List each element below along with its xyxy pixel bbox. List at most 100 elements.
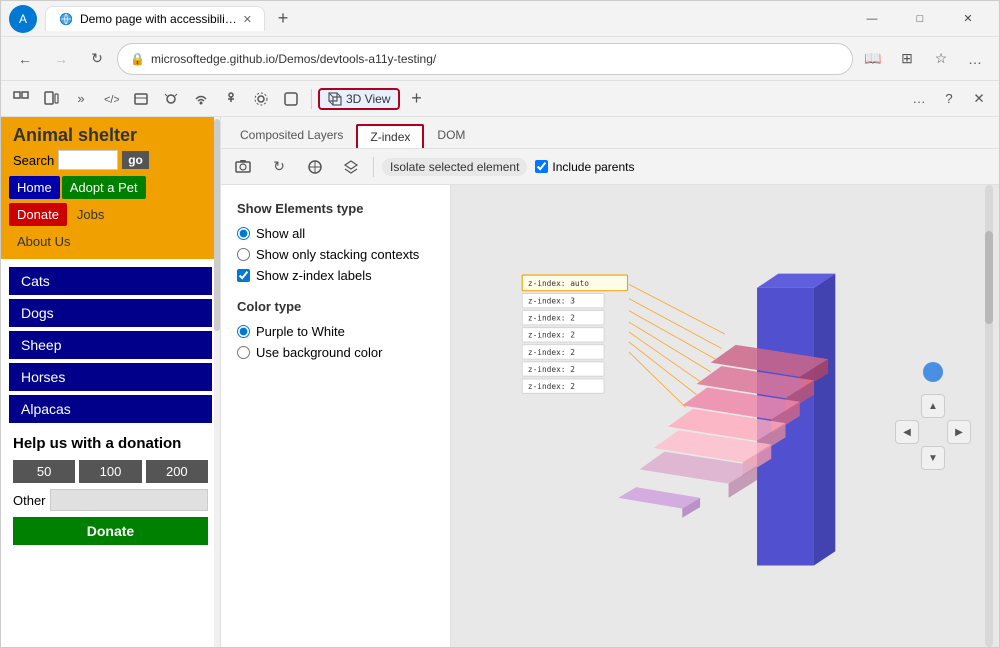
tab-composited-layers[interactable]: Composited Layers — [227, 121, 356, 148]
webpage-scrollbar[interactable] — [214, 117, 220, 647]
nav-jobs[interactable]: Jobs — [69, 203, 112, 226]
svg-text:z-index: auto: z-index: auto — [528, 279, 589, 288]
webpage-scrollbar-thumb[interactable] — [214, 119, 220, 331]
settings-gear-button[interactable] — [247, 85, 275, 113]
split-screen-button[interactable]: ⊞ — [891, 43, 923, 75]
category-cats[interactable]: Cats — [9, 267, 212, 295]
checkbox-zindex[interactable] — [237, 269, 250, 282]
pan-button[interactable] — [301, 153, 329, 181]
nav-up-button[interactable]: ▲ — [921, 394, 945, 418]
category-dogs[interactable]: Dogs — [9, 299, 212, 327]
radio-purple-white-label[interactable]: Purple to White — [237, 324, 434, 339]
include-parents-checkbox[interactable] — [535, 160, 548, 173]
donation-50-button[interactable]: 50 — [13, 460, 75, 483]
search-go-button[interactable]: go — [122, 151, 149, 169]
refresh-3d-button[interactable]: ↻ — [265, 153, 293, 181]
3d-view-canvas[interactable]: z-index: auto z-index: 3 z-index: 2 z-in… — [451, 185, 999, 647]
new-tab-button[interactable]: + — [269, 5, 297, 33]
forward-button[interactable]: → — [45, 43, 77, 75]
donation-other-input[interactable] — [50, 489, 208, 511]
category-list: Cats Dogs Sheep Horses Alpacas — [9, 267, 212, 423]
radio-purple-white-text: Purple to White — [256, 324, 345, 339]
add-tool-button[interactable]: + — [402, 85, 430, 113]
help-button[interactable]: ? — [935, 85, 963, 113]
radio-bg-color[interactable] — [237, 346, 250, 359]
search-label: Search — [13, 153, 54, 168]
inspect-element-button[interactable] — [7, 85, 35, 113]
radio-stacking[interactable] — [237, 248, 250, 261]
browser-window: A Demo page with accessibility iss ✕ + —… — [0, 0, 1000, 648]
more-tools-button[interactable]: … — [959, 43, 991, 75]
radio-stacking-label[interactable]: Show only stacking contexts — [237, 247, 434, 262]
more-tools-devtools-button[interactable]: … — [905, 85, 933, 113]
category-horses[interactable]: Horses — [9, 363, 212, 391]
screenshot-button[interactable] — [229, 153, 257, 181]
accessibility-button[interactable] — [217, 85, 245, 113]
close-button[interactable]: ✕ — [945, 3, 991, 35]
active-tab[interactable]: Demo page with accessibility iss ✕ — [45, 6, 265, 31]
address-input-container[interactable]: 🔒 microsoftedge.github.io/Demos/devtools… — [117, 43, 853, 75]
nav-donate[interactable]: Donate — [9, 203, 67, 226]
refresh-button[interactable]: ↻ — [81, 43, 113, 75]
svg-text:z-index: 2: z-index: 2 — [528, 314, 575, 323]
device-emulation-button[interactable] — [37, 85, 65, 113]
devtools-panel: Composited Layers Z-index DOM ↻ Isolate … — [221, 117, 999, 647]
search-input[interactable] — [58, 150, 118, 170]
layer-button[interactable] — [337, 153, 365, 181]
svg-text:z-index: 2: z-index: 2 — [528, 331, 575, 340]
console-button[interactable]: » — [67, 85, 95, 113]
nav-empty-2 — [947, 394, 971, 418]
window-controls: — □ ✕ — [849, 3, 991, 35]
back-button[interactable]: ← — [9, 43, 41, 75]
layers-button[interactable] — [277, 85, 305, 113]
tab-bar: Demo page with accessibility iss ✕ + — [45, 5, 841, 33]
webpage-panel: Animal shelter Search go Home Adopt a Pe… — [1, 117, 221, 647]
donation-section: Help us with a donation 50 100 200 Other… — [9, 435, 212, 545]
radio-show-all-text: Show all — [256, 226, 305, 241]
devtools-separator — [373, 157, 374, 177]
nav-down-button[interactable]: ▼ — [921, 446, 945, 470]
radio-bg-color-label[interactable]: Use background color — [237, 345, 434, 360]
show-elements-title: Show Elements type — [237, 201, 434, 216]
3d-view-button[interactable]: 3D View — [318, 88, 400, 110]
maximize-button[interactable]: □ — [897, 3, 943, 35]
minimize-button[interactable]: — — [849, 3, 895, 35]
wifi-icon-button[interactable] — [187, 85, 215, 113]
nav-center-empty — [921, 420, 945, 444]
category-alpacas[interactable]: Alpacas — [9, 395, 212, 423]
devtools-tabs: Composited Layers Z-index DOM — [221, 117, 999, 149]
read-aloud-button[interactable]: 📖 — [857, 43, 889, 75]
include-parents-checkbox-label[interactable]: Include parents — [535, 160, 634, 174]
nav-left-button[interactable]: ◀ — [895, 420, 919, 444]
nav-empty-4 — [947, 446, 971, 470]
donation-200-button[interactable]: 200 — [146, 460, 208, 483]
nav-home[interactable]: Home — [9, 176, 60, 199]
radio-purple-white[interactable] — [237, 325, 250, 338]
tab-close-icon[interactable]: ✕ — [243, 13, 252, 26]
toolbar-separator-1 — [311, 89, 312, 109]
category-sheep[interactable]: Sheep — [9, 331, 212, 359]
nav-center-dot[interactable] — [923, 362, 943, 382]
show-elements-radio-group: Show all Show only stacking contexts Sho… — [237, 226, 434, 283]
donation-title: Help us with a donation — [13, 435, 208, 452]
svg-text:z-index: 2: z-index: 2 — [528, 382, 575, 391]
site-header: Animal shelter Search go — [1, 117, 220, 174]
tab-z-index[interactable]: Z-index — [356, 124, 424, 148]
radio-show-all[interactable] — [237, 227, 250, 240]
close-devtools-button[interactable]: ✕ — [965, 85, 993, 113]
elements-button[interactable]: </> — [97, 85, 125, 113]
favorites-button[interactable]: ☆ — [925, 43, 957, 75]
scrollbar-track[interactable] — [985, 185, 993, 647]
bug-icon-button[interactable] — [157, 85, 185, 113]
tab-dom[interactable]: DOM — [424, 121, 478, 148]
nav-adopt[interactable]: Adopt a Pet — [62, 176, 146, 199]
scrollbar-thumb[interactable] — [985, 231, 993, 323]
donation-100-button[interactable]: 100 — [79, 460, 141, 483]
3d-view-scrollbar[interactable] — [985, 185, 993, 647]
checkbox-zindex-label[interactable]: Show z-index labels — [237, 268, 434, 283]
nav-right-button[interactable]: ▶ — [947, 420, 971, 444]
radio-show-all-label[interactable]: Show all — [237, 226, 434, 241]
nav-about[interactable]: About Us — [9, 230, 78, 253]
network-button[interactable] — [127, 85, 155, 113]
donation-submit-button[interactable]: Donate — [13, 517, 208, 545]
